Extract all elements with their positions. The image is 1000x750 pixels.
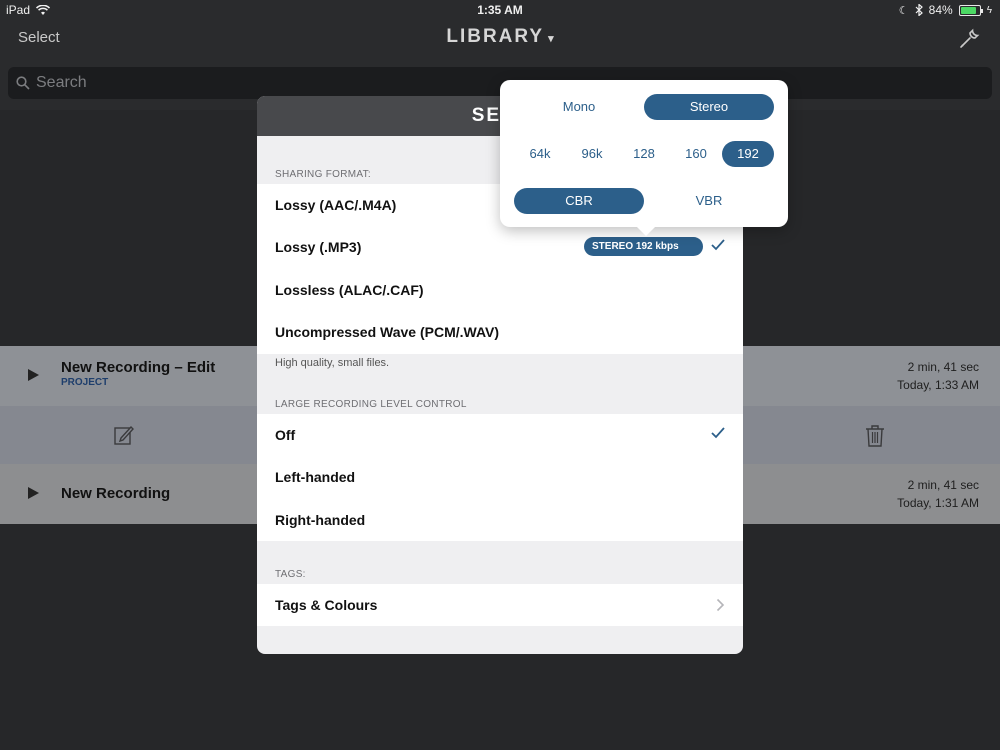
checkmark-icon (711, 239, 725, 251)
format-label: Lossy (.MP3) (275, 239, 362, 255)
tags-label-text: Tags & Colours (275, 597, 378, 613)
bitrate-128-option[interactable]: 128 (618, 141, 670, 167)
mono-option[interactable]: Mono (514, 94, 644, 120)
format-label: Lossy (AAC/.M4A) (275, 197, 397, 213)
navigation-bar: Select LIBRARY ▾ (0, 20, 1000, 60)
level-label: Off (275, 427, 296, 443)
recording-subtitle: PROJECT (61, 377, 109, 388)
bluetooth-icon (915, 4, 923, 16)
level-control-group: Off Left-handed Right-handed (257, 414, 743, 541)
trash-icon[interactable] (864, 424, 886, 448)
moon-icon: ☾ (898, 4, 909, 17)
status-bar: iPad 1:35 AM ☾ 84% ϟ (0, 0, 1000, 20)
format-wav-option[interactable]: Uncompressed Wave (PCM/.WAV) (257, 311, 743, 353)
cbr-option[interactable]: CBR (514, 188, 644, 214)
level-off-option[interactable]: Off (257, 414, 743, 456)
play-icon[interactable] (28, 369, 39, 381)
battery-icon (958, 4, 983, 16)
tags-group: Tags & Colours (257, 584, 743, 626)
library-title-button[interactable]: LIBRARY ▾ (0, 26, 1000, 48)
level-label: Right-handed (275, 512, 366, 528)
recording-title: New Recording – Edit (61, 359, 216, 376)
format-alac-option[interactable]: Lossless (ALAC/.CAF) (257, 269, 743, 311)
edit-icon[interactable] (113, 424, 135, 446)
bitrate-160-option[interactable]: 160 (670, 141, 722, 167)
battery-percent: 84% (928, 3, 953, 17)
library-title: LIBRARY (446, 26, 545, 47)
recording-date: Today, 1:31 AM (897, 496, 979, 510)
format-hint: High quality, small files. (275, 357, 390, 369)
wrench-icon[interactable] (958, 26, 982, 50)
recording-duration: 2 min, 41 sec (907, 360, 979, 374)
search-icon (16, 76, 30, 90)
vbr-option[interactable]: VBR (644, 188, 774, 214)
chevron-right-icon (716, 598, 725, 612)
recording-duration: 2 min, 41 sec (907, 478, 979, 492)
level-left-handed-option[interactable]: Left-handed (257, 456, 743, 498)
format-mp3-option[interactable]: Lossy (.MP3) STEREO 192 kbps CBR ▾ (257, 226, 743, 271)
sharing-format-label: SHARING FORMAT: (275, 169, 371, 180)
stereo-option[interactable]: Stereo (644, 94, 774, 120)
chevron-down-icon: ▾ (548, 33, 554, 45)
tags-colours-item[interactable]: Tags & Colours (257, 584, 743, 626)
battery-fill (960, 6, 976, 14)
format-label: Uncompressed Wave (PCM/.WAV) (275, 324, 500, 340)
bitrate-64k-option[interactable]: 64k (514, 141, 566, 167)
tags-label: TAGS: (275, 569, 306, 580)
charging-icon: ϟ (986, 4, 992, 16)
checkmark-icon (711, 427, 725, 439)
search-placeholder: Search (36, 74, 87, 91)
status-right: ☾ 84% ϟ (899, 3, 992, 17)
bitrate-192-option[interactable]: 192 (722, 141, 774, 167)
status-time: 1:35 AM (477, 3, 523, 17)
format-options-popover: Mono Stereo 64k 96k 128 160 192 CBR VBR (500, 80, 788, 236)
level-control-label: LARGE RECORDING LEVEL CONTROL (275, 399, 467, 410)
format-options-pill[interactable]: STEREO 192 kbps CBR ▾ (584, 237, 703, 271)
bitrate-96k-option[interactable]: 96k (566, 141, 618, 167)
recording-date: Today, 1:33 AM (897, 378, 979, 392)
level-label: Left-handed (275, 469, 356, 485)
recording-title: New Recording (61, 485, 171, 502)
format-label: Lossless (ALAC/.CAF) (275, 282, 424, 298)
level-right-handed-option[interactable]: Right-handed (257, 499, 743, 541)
play-icon[interactable] (28, 487, 39, 499)
